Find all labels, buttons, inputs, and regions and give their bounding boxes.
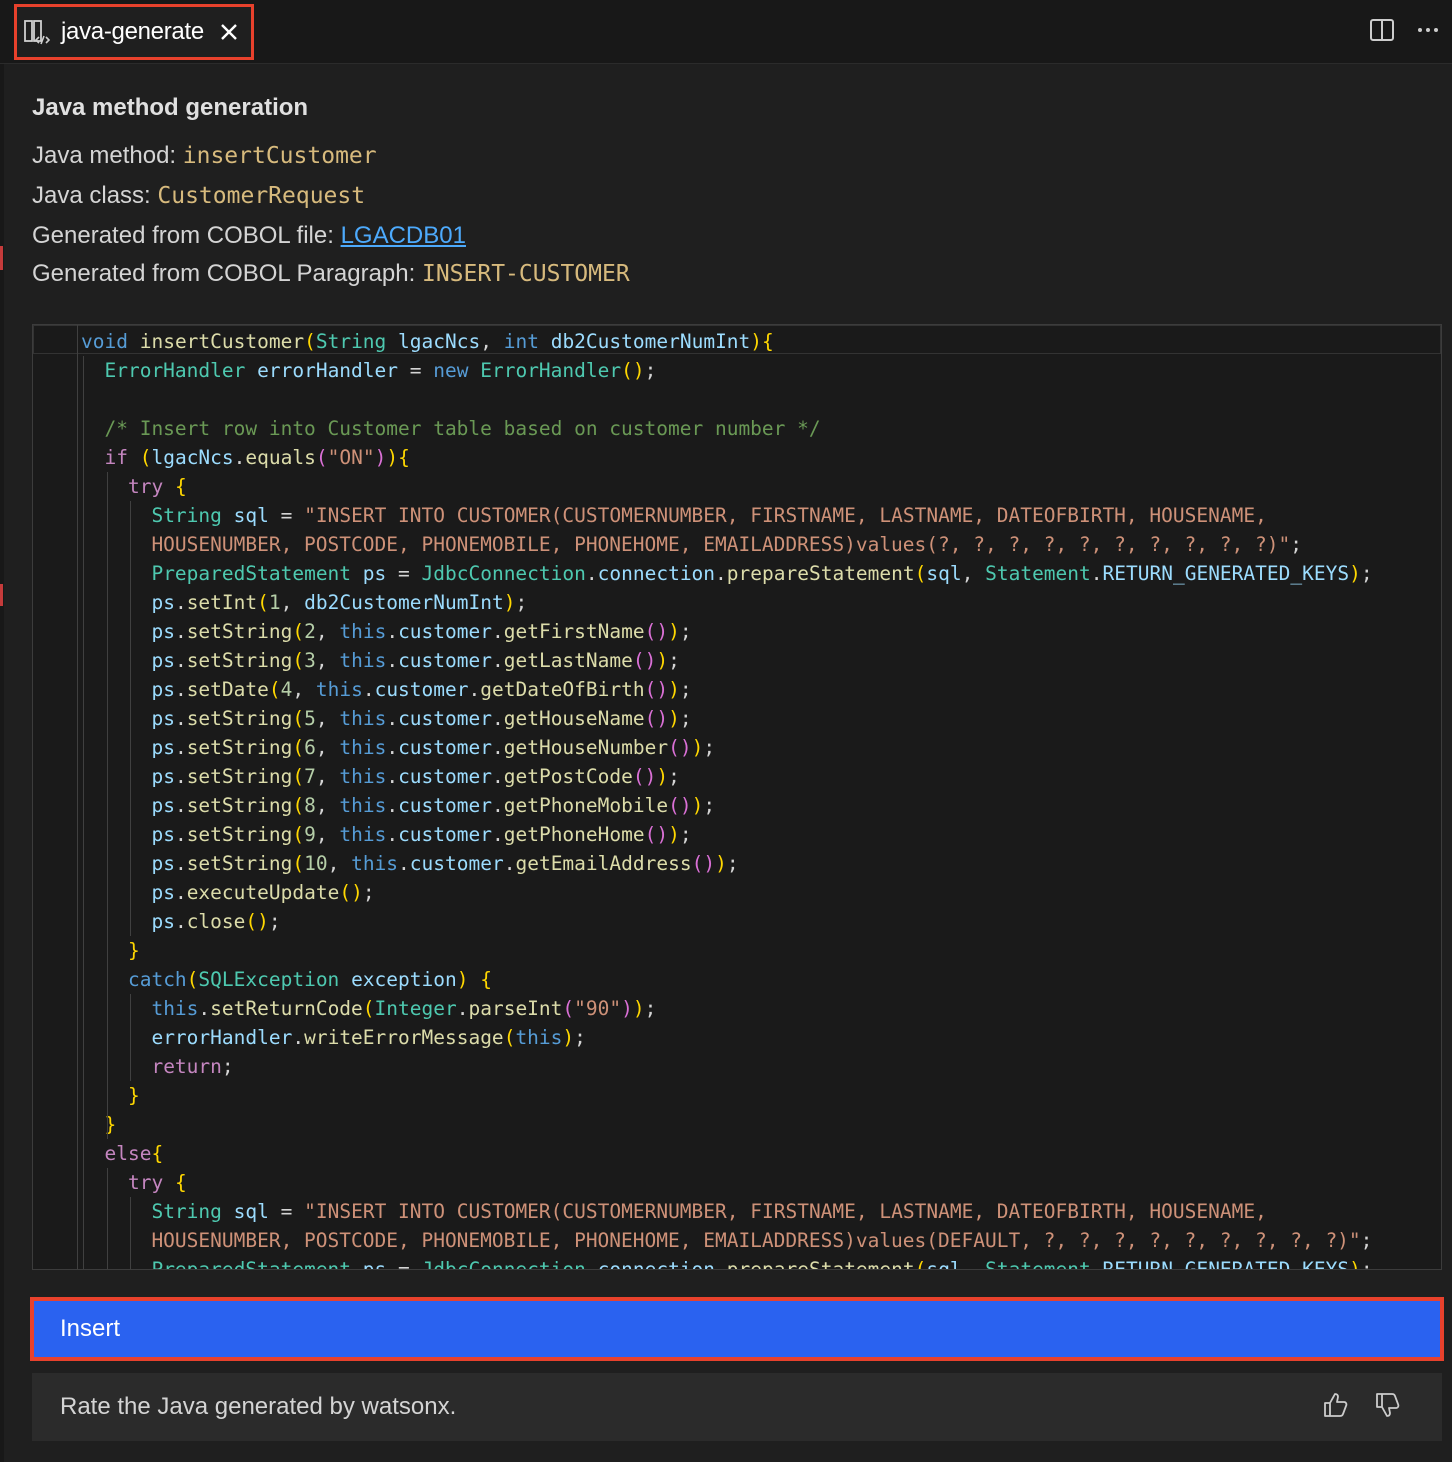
thumbs-down-icon[interactable] [1372,1389,1404,1421]
code-line: try { [127,475,187,498]
code-line: ps.setString(6, this.customer.getHouseNu… [151,736,716,759]
code-line: ps.executeUpdate(); [151,881,375,904]
java-method-label: Java method: [32,142,183,169]
left-edge-strip [0,64,4,1462]
code-line: return; [151,1055,234,1078]
thumbs-up-icon[interactable] [1320,1389,1352,1421]
code-line: HOUSENUMBER, POSTCODE, PHONEMOBILE, PHON… [81,1229,1373,1252]
code-line: ps.setString(2, this.customer.getFirstNa… [151,620,692,643]
code-line: String sql = "INSERT INTO CUSTOMER(CUSTO… [151,504,1267,527]
insert-button-label: Insert [60,1315,121,1342]
code-line: PreparedStatement ps = JdbcConnection.co… [151,1258,1373,1270]
code-line: errorHandler.writeErrorMessage(this); [151,1026,586,1049]
code-line: this.setReturnCode(Integer.parseInt("90"… [151,997,657,1020]
java-generate-file-icon [23,18,51,46]
indent-guide [106,472,108,1139]
page-title: Java method generation [32,94,309,121]
java-method-row: Java method: insertCustomer [32,142,377,170]
rating-actions [1320,1389,1404,1421]
indent-guide [83,356,84,1269]
more-actions-icon[interactable] [1414,16,1442,44]
rating-bar: Rate the Java generated by watsonx. [32,1373,1442,1441]
cobol-file-label: Generated from COBOL file: [32,222,341,249]
code-line: ps.setString(9, this.customer.getPhoneHo… [151,823,692,846]
code-line: void insertCustomer(String lgacNcs, int … [81,330,774,353]
rating-text: Rate the Java generated by watsonx. [60,1393,457,1420]
cobol-paragraph-row: Generated from COBOL Paragraph: INSERT-C… [32,260,630,288]
cobol-file-row: Generated from COBOL file: LGACDB01 [32,222,466,250]
code-line: String sql = "INSERT INTO CUSTOMER(CUSTO… [151,1200,1267,1223]
code-line: } [127,1084,140,1107]
code-line: ps.setString(5, this.customer.getHouseNa… [151,707,692,730]
code-line: ps.setString(3, this.customer.getLastNam… [151,649,680,672]
insert-button[interactable]: Insert [30,1297,1444,1361]
java-class-value: CustomerRequest [157,183,366,209]
code-line: HOUSENUMBER, POSTCODE, PHONEMOBILE, PHON… [81,533,1302,556]
code-line: ps.close(); [151,910,281,933]
java-class-label: Java class: [32,182,158,209]
tab-label: java-generate [61,18,204,45]
cobol-paragraph-label: Generated from COBOL Paragraph: [32,260,422,287]
indent-guide [77,325,78,1269]
code-line: } [104,1113,117,1136]
indent-guide [130,501,131,936]
code-line: ErrorHandler errorHandler = new ErrorHan… [104,359,657,382]
tab-java-generate[interactable]: java-generate [14,4,254,60]
editor-tab-bar: java-generate [0,0,1452,64]
indent-guide [130,1197,131,1269]
indent-guide [106,1168,108,1269]
code-line: try { [127,1171,187,1194]
code-line: PreparedStatement ps = JdbcConnection.co… [151,562,1373,585]
java-method-value: insertCustomer [182,143,377,169]
code-line: ps.setString(8, this.customer.getPhoneMo… [151,794,716,817]
code-line: else{ [104,1142,164,1165]
gutter-marker [0,584,3,606]
code-line: ps.setString(10, this.customer.getEmailA… [151,852,739,875]
cobol-file-link[interactable]: LGACDB01 [341,222,466,249]
code-line: ps.setString(7, this.customer.getPostCod… [151,765,680,788]
close-icon[interactable] [218,21,240,43]
code-line: ps.setInt(1, db2CustomerNumInt); [151,591,528,614]
split-editor-icon[interactable] [1368,16,1396,44]
code-line: catch(SQLException exception) { [127,968,492,991]
code-editor[interactable]: void insertCustomer(String lgacNcs, int … [32,324,1442,1270]
cobol-paragraph-value: INSERT-CUSTOMER [421,261,630,287]
gutter-marker [0,246,3,270]
code-line: } [127,939,140,962]
code-line: if (lgacNcs.equals("ON")){ [104,446,410,469]
indent-guide [130,994,131,1081]
code-line: ps.setDate(4, this.customer.getDateOfBir… [151,678,692,701]
code-line: /* Insert row into Customer table based … [81,417,821,440]
editor-actions [1368,16,1442,44]
java-class-row: Java class: CustomerRequest [32,182,365,210]
